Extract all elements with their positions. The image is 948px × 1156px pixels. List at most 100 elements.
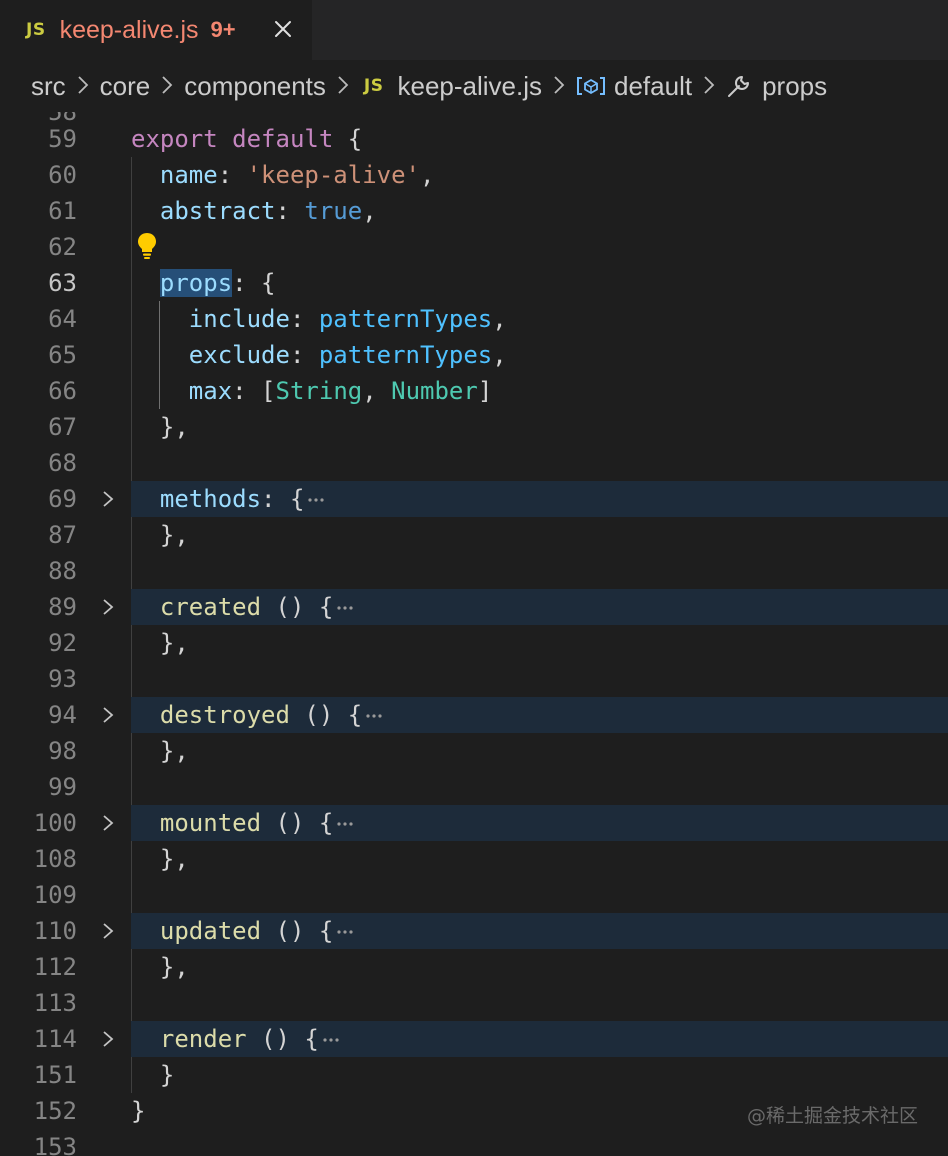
code-token: default	[232, 125, 334, 153]
code-token: render	[159, 1025, 247, 1053]
fold-chevron-icon[interactable]	[101, 922, 115, 940]
code-token: :	[289, 305, 319, 333]
code-text: export default {	[131, 121, 362, 157]
problem-count-badge: 9+	[210, 17, 236, 42]
code-text: },	[160, 517, 189, 553]
code-token: name	[159, 161, 218, 189]
line-number: 110	[33, 917, 77, 945]
code-text: mounted () {	[160, 805, 353, 841]
code-line: 89 created () {	[0, 589, 948, 625]
folded-ellipsis-icon[interactable]	[366, 713, 382, 719]
code-line: 153	[0, 1129, 948, 1156]
code-line: 151}	[0, 1057, 948, 1093]
line-number: 92	[48, 629, 77, 657]
folded-ellipsis-icon[interactable]	[323, 1037, 339, 1043]
code-line: 100 mounted () {	[0, 805, 948, 841]
line-number: 65	[48, 341, 77, 369]
breadcrumb-item-components[interactable]: components	[184, 71, 326, 102]
breadcrumb-property-label: props	[762, 70, 828, 101]
wrench-property-icon	[728, 76, 750, 97]
chevron-right-icon	[542, 73, 576, 99]
code-text: }	[131, 1093, 145, 1129]
fold-chevron-icon[interactable]	[101, 598, 115, 616]
code-line: 59 export default {	[0, 121, 948, 157]
line-number: 152	[33, 1097, 77, 1125]
folded-ellipsis-icon[interactable]	[308, 497, 325, 503]
code-token: true	[304, 197, 363, 225]
code-token: mounted	[159, 809, 262, 837]
code-line: 65 exclude: patternTypes,	[0, 337, 948, 373]
tab-title: keep-alive.js	[59, 15, 199, 44]
code-line: 68	[0, 445, 948, 481]
code-line: 69 methods: {	[0, 481, 948, 517]
folded-ellipsis-icon[interactable]	[337, 821, 353, 827]
code-token: abstract	[159, 197, 276, 225]
javascript-file-icon: JS	[363, 76, 384, 96]
code-text: exclude: patternTypes,	[189, 337, 507, 373]
code-line: 114 render () {	[0, 1021, 948, 1057]
line-number: 60	[48, 161, 77, 189]
fold-chevron-icon[interactable]	[101, 814, 115, 832]
code-token: ]	[477, 377, 493, 405]
code-line: 110 updated () {	[0, 913, 948, 949]
code-token: patternTypes	[318, 305, 493, 333]
code-line: 112},	[0, 949, 948, 985]
watermark: @稀土掘金技术社区	[746, 1105, 918, 1127]
code-text: },	[160, 949, 189, 985]
folded-ellipsis-icon[interactable]	[337, 605, 353, 611]
code-token: }	[131, 1097, 146, 1125]
code-token: destroyed	[159, 701, 290, 729]
breadcrumb: src core components JS keep-alive.js def…	[0, 60, 948, 112]
line-number: 64	[48, 305, 77, 333]
breadcrumb-item-default[interactable]: default	[576, 71, 692, 102]
code-text: max: [String, Number]	[189, 373, 492, 409]
code-text: props: {	[159, 265, 276, 301]
breadcrumb-item-src[interactable]: src	[31, 71, 66, 102]
close-icon[interactable]	[271, 17, 295, 41]
code-line: 99	[0, 769, 948, 805]
code-token: },	[159, 413, 189, 441]
fold-chevron-icon[interactable]	[101, 490, 115, 508]
breadcrumb-item-file[interactable]: JS keep-alive.js	[360, 71, 542, 102]
code-token: include	[188, 305, 290, 333]
code-token: exclude	[188, 341, 290, 369]
fold-chevron-icon[interactable]	[101, 706, 115, 724]
code-line: 66 max: [String, Number]	[0, 373, 948, 409]
line-number: 93	[48, 665, 77, 693]
code-line: 109	[0, 877, 948, 913]
line-number: 99	[48, 773, 77, 801]
code-token: () {	[289, 701, 363, 729]
code-line: 88	[0, 553, 948, 589]
code-text: name: 'keep-alive',	[160, 157, 435, 193]
code-token: : {	[232, 269, 276, 297]
code-line: 98},	[0, 733, 948, 769]
breadcrumb-symbol-label: default	[614, 70, 693, 101]
breadcrumb-item-core[interactable]: core	[100, 71, 151, 102]
code-token: },	[159, 521, 189, 549]
line-number: 67	[48, 413, 77, 441]
code-token: methods	[159, 485, 262, 513]
fold-chevron-icon[interactable]	[101, 1030, 115, 1048]
chevron-right-icon	[150, 73, 184, 99]
code-token: String	[275, 377, 363, 405]
code-line: 87},	[0, 517, 948, 553]
code-token: : [	[232, 377, 276, 405]
code-token: () {	[246, 1025, 319, 1053]
line-number: 66	[48, 377, 77, 405]
line-number: 69	[48, 485, 77, 513]
code-token: ,	[492, 305, 507, 333]
code-token: ,	[362, 197, 377, 225]
breadcrumb-item-props[interactable]: props	[726, 71, 827, 102]
code-editor[interactable]: 58 59 export default {60 name: 'keep-alive…	[0, 112, 948, 1156]
folded-ellipsis-icon[interactable]	[337, 929, 353, 935]
code-text: abstract: true,	[160, 193, 377, 229]
lightbulb-icon[interactable]	[135, 231, 159, 261]
javascript-file-icon: JS	[26, 20, 46, 40]
code-text: methods: {	[160, 481, 325, 517]
line-number: 94	[48, 701, 77, 729]
code-line: 93	[0, 661, 948, 697]
code-token: },	[159, 953, 189, 981]
code-token: ,	[362, 377, 392, 405]
editor-tab-keep-alive[interactable]: JS keep-alive.js 9+	[0, 0, 312, 60]
